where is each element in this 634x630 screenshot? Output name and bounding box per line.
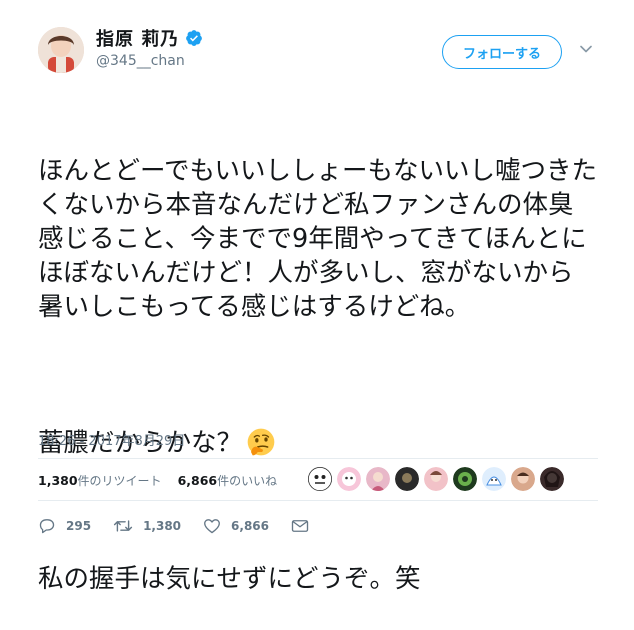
liker-avatar[interactable] — [511, 467, 535, 491]
retweet-icon — [113, 520, 133, 532]
envelope-icon — [291, 520, 309, 532]
tweet-text: ほんとどーでもいいししょーもないいし嘘つきたくないから本音なんだけど私ファンさん… — [38, 86, 598, 630]
like-label: 件のいいね — [217, 473, 278, 488]
avatar[interactable] — [38, 27, 84, 73]
reply-button[interactable]: 295 — [38, 518, 91, 534]
retweet-stat[interactable]: 1,380件のリツイート — [38, 472, 162, 489]
retweet-label: 件のリツイート — [77, 473, 162, 488]
divider — [38, 458, 598, 459]
liker-avatar[interactable] — [424, 467, 448, 491]
liker-avatars — [308, 467, 569, 493]
direct-message-button[interactable] — [291, 519, 319, 533]
heart-icon — [204, 519, 220, 534]
retweet-button[interactable]: 1,380 — [113, 519, 181, 533]
retweet-action-count: 1,380 — [143, 519, 182, 533]
liker-avatar[interactable] — [540, 467, 564, 491]
reply-count: 295 — [66, 519, 92, 533]
like-stat[interactable]: 6,866件のいいね — [178, 472, 278, 489]
tweet-actions: 295 1,380 6,866 — [38, 513, 341, 539]
liker-avatar[interactable] — [337, 467, 361, 491]
chevron-down-icon[interactable] — [580, 45, 592, 53]
liker-avatar[interactable] — [482, 467, 506, 491]
verified-badge-icon — [186, 30, 203, 46]
liker-avatar[interactable] — [308, 467, 332, 491]
like-button[interactable]: 6,866 — [203, 518, 269, 534]
like-count: 6,866 — [177, 472, 218, 488]
liker-avatar[interactable] — [366, 467, 390, 491]
author-name-row[interactable]: 指原 莉乃 — [96, 26, 203, 50]
retweet-count: 1,380 — [38, 472, 78, 488]
avatar-image — [38, 27, 84, 73]
liker-avatar[interactable] — [453, 467, 477, 491]
tweet-timestamp[interactable]: 18:26 - 2017年8月29日 — [38, 430, 185, 449]
follow-button[interactable]: フォローする — [442, 35, 562, 69]
engagement-stats: 1,380件のリツイート 6,866件のいいね — [38, 466, 293, 494]
thinking-face-emoji-icon — [247, 428, 275, 456]
like-action-count: 6,866 — [231, 519, 269, 533]
user-handle[interactable]: @345__chan — [96, 53, 185, 69]
reply-icon — [39, 519, 55, 534]
divider — [38, 500, 598, 501]
liker-avatar[interactable] — [395, 467, 419, 491]
display-name[interactable]: 指原 莉乃 — [96, 25, 179, 51]
tweet-paragraph: ほんとどーでもいいししょーもないいし嘘つきたくないから本音なんだけど私ファンさん… — [38, 156, 597, 322]
tweet-paragraph: 私の握手は気にせずにどうぞ。笑 — [38, 564, 421, 594]
